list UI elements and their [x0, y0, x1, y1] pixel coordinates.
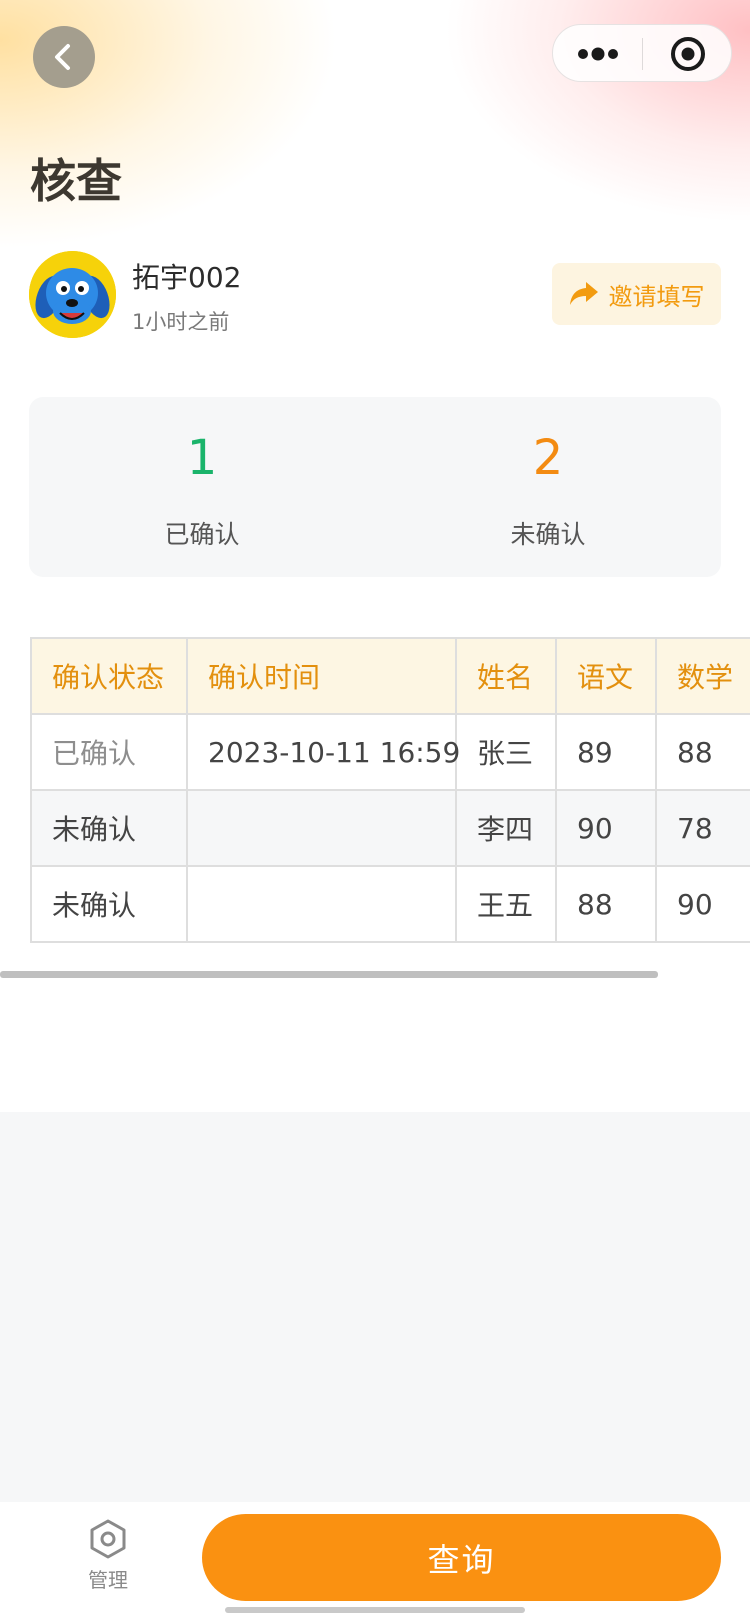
- page-title: 核查: [30, 154, 122, 208]
- col-header-time: 确认时间: [186, 637, 457, 715]
- cell-chinese: 89: [555, 713, 657, 791]
- target-close-icon: [671, 37, 705, 71]
- table-header-row: 确认状态 确认时间 姓名 语文 数学: [30, 637, 750, 715]
- cell-name: 王五: [455, 865, 557, 943]
- content-background: [0, 1112, 750, 1502]
- cell-status: 已确认: [30, 713, 188, 791]
- cell-math: 90: [655, 865, 750, 943]
- stat-confirmed[interactable]: 1 已确认: [29, 397, 375, 577]
- cell-time: [186, 789, 457, 867]
- col-header-chinese: 语文: [555, 637, 657, 715]
- results-table: 确认状态 确认时间 姓名 语文 数学 已确认 2023-10-11 16:59 …: [30, 637, 750, 943]
- confirmed-label: 已确认: [164, 520, 240, 549]
- query-button[interactable]: 查询: [202, 1514, 721, 1601]
- unconfirmed-label: 未确认: [510, 520, 586, 549]
- table-row: 未确认 李四 90 78: [30, 789, 750, 867]
- stat-unconfirmed[interactable]: 2 未确认: [375, 397, 721, 577]
- dog-avatar-icon: [29, 251, 116, 338]
- cell-status: 未确认: [30, 865, 188, 943]
- more-button[interactable]: [553, 25, 642, 83]
- cell-time: [186, 865, 457, 943]
- chevron-left-icon: [55, 44, 70, 70]
- stats-panel: 1 已确认 2 未确认: [29, 397, 721, 577]
- home-indicator: [225, 1607, 525, 1613]
- mini-program-capsule: [552, 24, 732, 82]
- time-ago: 1小时之前: [132, 310, 230, 334]
- cell-math: 88: [655, 713, 750, 791]
- results-table-scroll[interactable]: 确认状态 确认时间 姓名 语文 数学 已确认 2023-10-11 16:59 …: [30, 637, 750, 951]
- settings-hexagon-icon: [90, 1519, 126, 1559]
- cell-status: 未确认: [30, 789, 188, 867]
- cell-math: 78: [655, 789, 750, 867]
- unconfirmed-count: 2: [532, 430, 564, 486]
- share-arrow-icon: [569, 282, 598, 305]
- avatar[interactable]: [29, 251, 116, 338]
- cell-time: 2023-10-11 16:59: [186, 713, 460, 791]
- col-header-status: 确认状态: [30, 637, 188, 715]
- confirmed-count: 1: [186, 430, 218, 486]
- username: 拓宇002: [132, 261, 242, 294]
- cell-chinese: 90: [555, 789, 657, 867]
- horizontal-scrollbar[interactable]: [0, 971, 658, 978]
- invite-label: 邀请填写: [608, 282, 705, 311]
- col-header-name: 姓名: [455, 637, 557, 715]
- back-button[interactable]: [33, 26, 95, 88]
- cell-name: 张三: [455, 713, 557, 791]
- more-dots-icon: [577, 47, 618, 61]
- invite-button[interactable]: 邀请填写: [552, 263, 721, 325]
- manage-button[interactable]: 管理: [60, 1518, 156, 1593]
- table-row: 未确认 王五 88 90: [30, 865, 750, 943]
- manage-label: 管理: [88, 1568, 128, 1592]
- col-header-math: 数学: [655, 637, 750, 715]
- cell-chinese: 88: [555, 865, 657, 943]
- cell-name: 李四: [455, 789, 557, 867]
- table-row: 已确认 2023-10-11 16:59 张三 89 88: [30, 713, 750, 791]
- close-mini-program-button[interactable]: [643, 25, 733, 83]
